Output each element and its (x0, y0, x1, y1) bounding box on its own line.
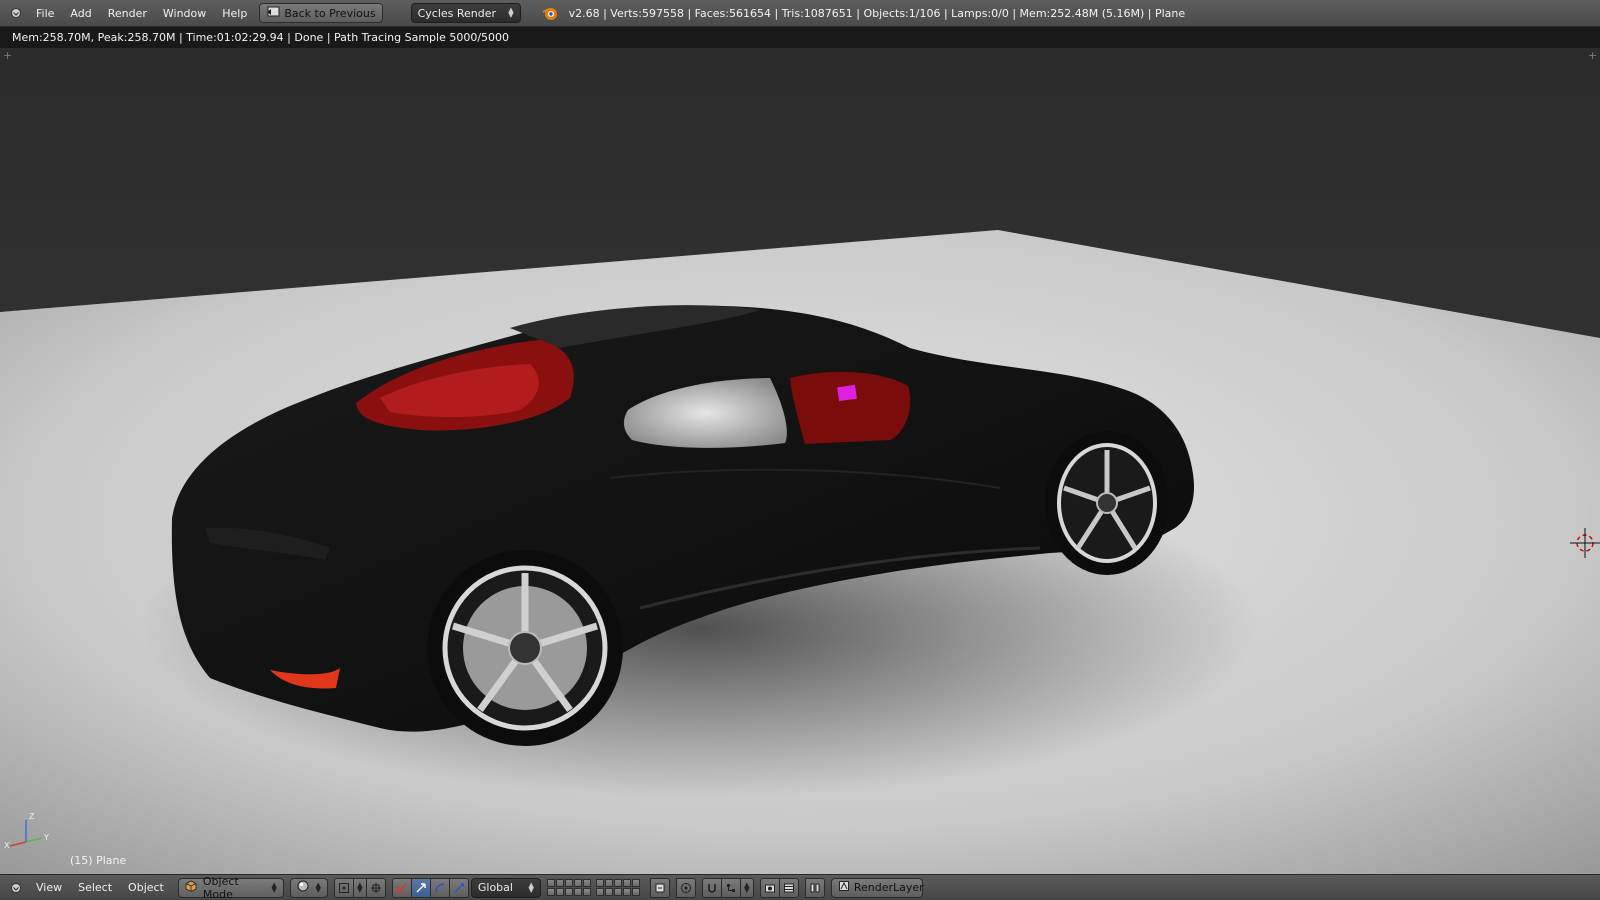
back-to-previous-label: Back to Previous (284, 6, 376, 20)
layer-group-1 (546, 879, 591, 896)
menu-add[interactable]: Add (62, 0, 99, 27)
snap-element-icon[interactable] (720, 877, 741, 898)
opengl-render-image-icon[interactable] (759, 877, 780, 898)
area-split-handle-top-left[interactable]: + (3, 50, 12, 61)
render-layer-button[interactable]: RenderLayer (830, 877, 924, 898)
proportional-editing-icon[interactable] (675, 877, 696, 898)
layer-toggle[interactable] (564, 879, 573, 887)
info-header: File Add Render Window Help Back to Prev… (0, 0, 1600, 27)
menu-help[interactable]: Help (214, 0, 255, 27)
layer-toggle[interactable] (573, 879, 582, 887)
transform-orientation-select[interactable]: Global ▲ ▼ (470, 877, 541, 898)
layer-toggle[interactable] (622, 888, 631, 896)
layer-toggle[interactable] (555, 879, 564, 887)
layer-toggle[interactable] (595, 888, 604, 896)
updown-arrows-icon: ▲ ▼ (271, 880, 277, 894)
render-engine-select[interactable]: Cycles Render ▲ ▼ (410, 3, 521, 23)
editor-type-icon[interactable] (8, 5, 24, 21)
editor-type-icon[interactable] (8, 880, 24, 896)
layer-split-icon[interactable] (804, 877, 825, 898)
pivot-dropdown-arrows-icon[interactable]: ▲ ▼ (352, 877, 367, 898)
shading-sphere-icon (297, 880, 309, 895)
layer-toggle[interactable] (613, 888, 622, 896)
pivot-point-icon[interactable] (333, 877, 354, 898)
active-object-label: (15) Plane (70, 854, 127, 867)
viewport-shading-select[interactable]: ▲ ▼ (289, 877, 328, 898)
3d-view-header: View Select Object Object Mode ▲ ▼ ▲ ▼ ▲ ▼ … (0, 874, 1600, 900)
layer-toggle[interactable] (631, 888, 640, 896)
layer-toggle[interactable] (564, 888, 573, 896)
menu-window[interactable]: Window (155, 0, 214, 27)
back-to-previous-button[interactable]: Back to Previous (259, 3, 383, 23)
layer-toggle[interactable] (573, 888, 582, 896)
scale-manipulator-icon[interactable] (448, 877, 469, 898)
layer-toggle[interactable] (555, 888, 564, 896)
updown-arrows-icon: ▲ ▼ (528, 880, 534, 894)
interaction-mode-select[interactable]: Object Mode ▲ ▼ (177, 874, 284, 900)
rotate-manipulator-icon[interactable] (429, 877, 450, 898)
axis-y-label: Y (43, 833, 49, 842)
area-split-handle-top-right[interactable]: + (1588, 50, 1597, 61)
transform-manipulator-toggle-icon[interactable] (391, 877, 412, 898)
manipulate-center-icon[interactable] (365, 877, 386, 898)
view-axes-widget: Z X Y (2, 810, 52, 853)
translate-manipulator-icon[interactable] (410, 877, 431, 898)
render-status-bar: Mem:258.70M, Peak:258.70M | Time:01:02:2… (0, 27, 1600, 48)
3d-viewport[interactable]: + + Z X Y (15) Plane (0, 48, 1600, 874)
menu-view[interactable]: View (28, 875, 70, 900)
render-layer-icon (838, 880, 850, 895)
lock-layers-icon[interactable] (649, 877, 670, 898)
updown-arrows-icon: ▲ ▼ (508, 6, 514, 19)
snap-magnet-icon[interactable] (701, 877, 722, 898)
snap-dropdown-arrows-icon[interactable]: ▲ ▼ (739, 877, 754, 898)
transform-orientation-label: Global (477, 881, 513, 894)
layer-toggle[interactable] (546, 888, 555, 896)
layer-toggle[interactable] (582, 888, 591, 896)
layer-group-2 (595, 879, 640, 896)
object-mode-cube-icon (185, 880, 197, 895)
layer-toggle[interactable] (622, 879, 631, 887)
layer-toggle[interactable] (604, 888, 613, 896)
interaction-mode-label: Object Mode (202, 874, 239, 900)
updown-arrows-icon: ▲ ▼ (315, 880, 321, 894)
menu-object[interactable]: Object (120, 875, 172, 900)
scene-layers (546, 879, 644, 896)
menu-render[interactable]: Render (100, 0, 155, 27)
render-engine-label: Cycles Render (417, 6, 497, 20)
rendered-scene (0, 48, 1600, 874)
screen-back-icon (266, 6, 280, 21)
3d-cursor-icon[interactable] (1570, 528, 1600, 561)
render-layer-label: RenderLayer (853, 881, 924, 894)
opengl-render-animation-icon[interactable] (778, 877, 799, 898)
menu-file[interactable]: File (28, 0, 62, 27)
axis-x-label: X (4, 841, 10, 850)
menu-select[interactable]: Select (70, 875, 120, 900)
rear-wheel (427, 550, 623, 746)
axis-z-label: Z (29, 812, 35, 821)
scene-statistics: v2.68 | Verts:597558 | Faces:561654 | Tr… (568, 6, 1186, 20)
layer-toggle[interactable] (604, 879, 613, 887)
layer-toggle[interactable] (631, 879, 640, 887)
front-wheel (1045, 431, 1169, 575)
layer-toggle[interactable] (595, 879, 604, 887)
render-status-text: Mem:258.70M, Peak:258.70M | Time:01:02:2… (12, 31, 510, 44)
layer-toggle[interactable] (582, 879, 591, 887)
layer-toggle[interactable] (613, 879, 622, 887)
layer-toggle[interactable] (546, 879, 555, 887)
blender-logo-icon (541, 4, 559, 22)
